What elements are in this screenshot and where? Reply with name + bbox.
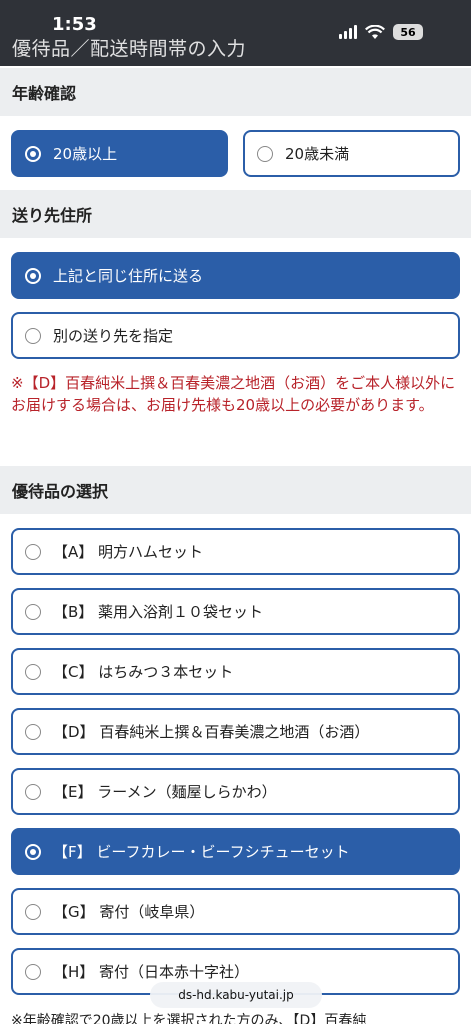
- radio-selected-icon: [25, 843, 41, 860]
- radio-icon: [25, 327, 41, 344]
- address-option-same[interactable]: 上記と同じ住所に送る: [11, 252, 460, 299]
- radio-icon: [25, 963, 41, 980]
- gift-option-d[interactable]: 【D】 百春純米上撰＆百春美濃之地酒（お酒）: [11, 708, 460, 755]
- wifi-icon: [365, 24, 385, 39]
- address-section-heading: 送り先住所: [0, 190, 471, 238]
- status-icons: 56: [339, 24, 423, 40]
- age-option-over-20[interactable]: 20歳以上: [11, 130, 228, 177]
- radio-icon: [257, 145, 273, 162]
- option-label: 【B】 薬用入浴剤１０袋セット: [53, 603, 264, 621]
- option-label: 20歳以上: [53, 145, 118, 163]
- radio-icon: [25, 543, 41, 560]
- gift-option-b[interactable]: 【B】 薬用入浴剤１０袋セット: [11, 588, 460, 635]
- address-option-other[interactable]: 別の送り先を指定: [11, 312, 460, 359]
- status-time: 1:53: [52, 14, 97, 35]
- gift-option-f[interactable]: 【F】 ビーフカレー・ビーフシチューセット: [11, 828, 460, 875]
- age-option-under-20[interactable]: 20歳未満: [243, 130, 460, 177]
- footer-note: ※年齢確認で20歳以上を選択された方のみ、【D】百春純: [11, 1013, 367, 1024]
- radio-selected-icon: [25, 145, 41, 162]
- option-label: 【C】 はちみつ３本セット: [53, 663, 234, 681]
- option-label: 20歳未満: [285, 145, 350, 163]
- battery-icon: 56: [393, 24, 423, 40]
- gift-option-e[interactable]: 【E】 ラーメン（麺屋しらかわ）: [11, 768, 460, 815]
- option-label: 【A】 明方ハムセット: [53, 543, 204, 561]
- gift-section-heading: 優待品の選択: [0, 466, 471, 514]
- gift-option-a[interactable]: 【A】 明方ハムセット: [11, 528, 460, 575]
- radio-icon: [25, 603, 41, 620]
- option-label: 【F】 ビーフカレー・ビーフシチューセット: [53, 843, 350, 861]
- signal-icon: [339, 25, 357, 39]
- option-label: 【G】 寄付（岐阜県）: [53, 903, 205, 921]
- option-label: 上記と同じ住所に送る: [53, 267, 204, 285]
- url-bar[interactable]: ds-hd.kabu-yutai.jp: [150, 982, 322, 1008]
- page-title: 優待品／配送時間帯の入力: [12, 38, 247, 60]
- option-label: 【E】 ラーメン（麺屋しらかわ）: [53, 783, 277, 801]
- age-section-heading: 年齢確認: [0, 68, 471, 116]
- radio-selected-icon: [25, 267, 41, 284]
- option-label: 【H】 寄付（日本赤十字社）: [53, 963, 250, 981]
- gift-option-g[interactable]: 【G】 寄付（岐阜県）: [11, 888, 460, 935]
- option-label: 別の送り先を指定: [53, 327, 174, 345]
- option-label: 【D】 百春純米上撰＆百春美濃之地酒（お酒）: [53, 723, 370, 741]
- radio-icon: [25, 903, 41, 920]
- gift-option-c[interactable]: 【C】 はちみつ３本セット: [11, 648, 460, 695]
- status-bar: 1:53 56 優待品／配送時間帯の入力: [0, 0, 471, 66]
- radio-icon: [25, 723, 41, 740]
- radio-icon: [25, 783, 41, 800]
- radio-icon: [25, 663, 41, 680]
- alcohol-notice: ※【D】百春純米上撰＆百春美濃之地酒（お酒）をご本人様以外にお届けする場合は、お…: [11, 374, 456, 414]
